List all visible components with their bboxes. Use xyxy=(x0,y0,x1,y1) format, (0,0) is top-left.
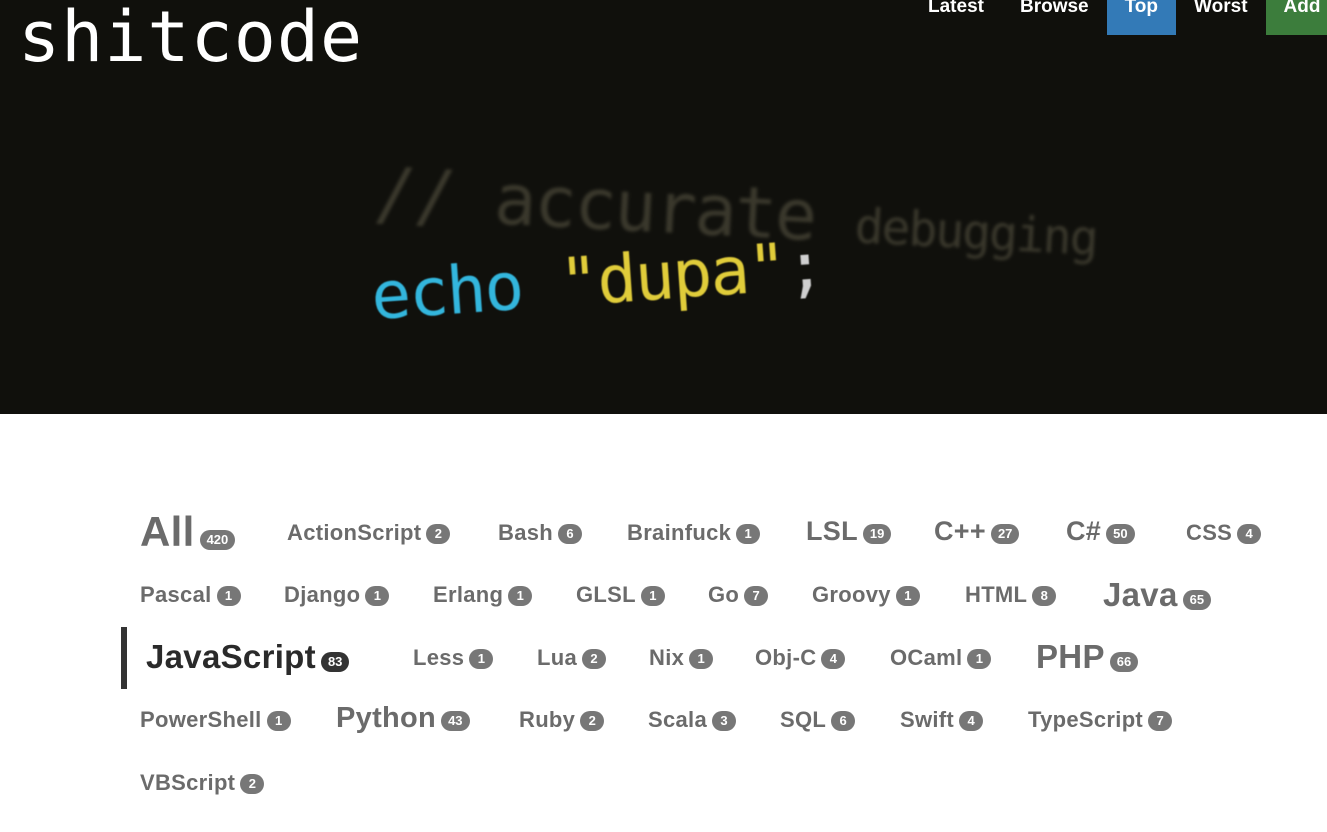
nav-top[interactable]: Top xyxy=(1106,0,1177,35)
count-badge: 19 xyxy=(862,524,892,544)
code-semicolon: ; xyxy=(782,226,826,307)
tag-actionscript[interactable]: ActionScript 2 xyxy=(287,520,451,546)
count-badge: 4 xyxy=(959,711,984,731)
tag-swift[interactable]: Swift 4 xyxy=(900,707,984,733)
tag-less[interactable]: Less 1 xyxy=(413,645,494,671)
count-badge: 6 xyxy=(558,524,582,544)
tag-lsl[interactable]: LSL 19 xyxy=(806,516,892,547)
count-badge: 1 xyxy=(508,586,533,606)
count-badge: 1 xyxy=(895,586,920,606)
tag-django[interactable]: Django 1 xyxy=(284,582,390,608)
count-badge: 4 xyxy=(1237,524,1262,544)
active-tag-indicator xyxy=(121,627,127,689)
count-badge: 1 xyxy=(266,711,291,731)
count-badge: 6 xyxy=(831,711,856,731)
count-badge: 1 xyxy=(216,586,241,606)
main-nav: Latest Browse Top Worst Add xyxy=(910,0,1327,35)
tag-glsl[interactable]: GLSL 1 xyxy=(576,582,665,608)
count-badge: 43 xyxy=(441,711,470,731)
tag-python[interactable]: Python 43 xyxy=(336,702,470,735)
count-badge: 2 xyxy=(426,524,451,544)
nav-worst[interactable]: Worst xyxy=(1176,0,1265,35)
tag-sql[interactable]: SQL 6 xyxy=(780,707,856,733)
count-badge: 4 xyxy=(821,649,846,669)
comment-word-debugging: debugging xyxy=(853,198,1099,267)
tag-css[interactable]: CSS 4 xyxy=(1186,520,1262,546)
count-badge: 2 xyxy=(580,711,605,731)
code-echo-line: echo "dupa"; xyxy=(369,227,826,335)
tag-csharp[interactable]: C# 50 xyxy=(1066,516,1135,547)
tag-all[interactable]: All 420 xyxy=(140,508,236,556)
tag-pascal[interactable]: Pascal 1 xyxy=(140,582,241,608)
tag-objc[interactable]: Obj-C 4 xyxy=(755,645,846,671)
tag-lua[interactable]: Lua 2 xyxy=(537,645,607,671)
tag-vbscript[interactable]: VBScript 2 xyxy=(140,770,265,796)
code-string: "dupa" xyxy=(556,229,789,322)
tag-typescript[interactable]: TypeScript 7 xyxy=(1028,707,1173,733)
nav-latest[interactable]: Latest xyxy=(910,0,1002,35)
tag-php[interactable]: PHP 66 xyxy=(1036,638,1139,676)
count-badge: 7 xyxy=(744,586,769,606)
tag-scala[interactable]: Scala 3 xyxy=(648,707,736,733)
count-badge: 1 xyxy=(689,649,714,669)
count-badge: 2 xyxy=(582,649,607,669)
count-badge: 1 xyxy=(967,649,992,669)
count-badge: 3 xyxy=(712,711,736,731)
count-badge: 420 xyxy=(199,530,236,550)
tag-go[interactable]: Go 7 xyxy=(708,582,769,608)
count-badge: 27 xyxy=(990,524,1020,544)
count-badge: 50 xyxy=(1106,524,1135,544)
nav-add[interactable]: Add xyxy=(1265,0,1327,35)
count-badge: 1 xyxy=(365,586,390,606)
count-badge: 1 xyxy=(736,524,761,544)
count-badge: 65 xyxy=(1182,590,1212,610)
code-keyword: echo xyxy=(368,247,525,335)
hero-banner: shitcode Latest Browse Top Worst Add // … xyxy=(0,0,1327,414)
hero-code-image: // accurate debugging echo "dupa"; xyxy=(369,150,1098,350)
count-badge: 7 xyxy=(1148,711,1173,731)
tag-groovy[interactable]: Groovy 1 xyxy=(812,582,920,608)
tag-brainfuck[interactable]: Brainfuck 1 xyxy=(627,520,761,546)
comment-slashes: // xyxy=(372,152,457,239)
tag-erlang[interactable]: Erlang 1 xyxy=(433,582,533,608)
nav-browse[interactable]: Browse xyxy=(1002,0,1107,35)
count-badge: 1 xyxy=(640,586,665,606)
count-badge: 2 xyxy=(240,774,265,794)
tag-java[interactable]: Java 65 xyxy=(1103,576,1212,614)
tag-ocaml[interactable]: OCaml 1 xyxy=(890,645,992,671)
count-badge: 1 xyxy=(469,649,494,669)
tag-ruby[interactable]: Ruby 2 xyxy=(519,707,605,733)
site-logo[interactable]: shitcode xyxy=(18,0,363,78)
count-badge: 66 xyxy=(1109,652,1139,672)
tag-bash[interactable]: Bash 6 xyxy=(498,520,582,546)
count-badge: 8 xyxy=(1032,586,1057,606)
tag-powershell[interactable]: PowerShell 1 xyxy=(140,707,291,733)
tag-nix[interactable]: Nix 1 xyxy=(649,645,714,671)
tag-html[interactable]: HTML 8 xyxy=(965,582,1057,608)
count-badge: 83 xyxy=(320,652,350,672)
tag-cpp[interactable]: C++ 27 xyxy=(934,516,1020,547)
tag-javascript[interactable]: JavaScript 83 xyxy=(146,638,350,676)
